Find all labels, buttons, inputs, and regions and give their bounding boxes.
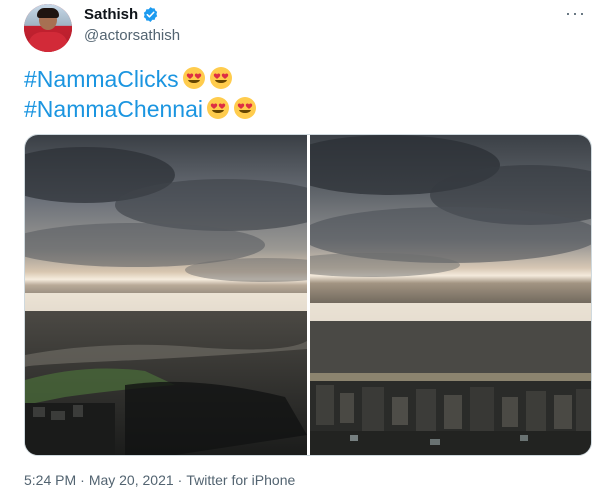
hashtag-link[interactable]: #NammaClicks	[24, 66, 179, 92]
tweet-source[interactable]: Twitter for iPhone	[186, 472, 295, 488]
hashtag-line-1: #NammaClicks	[24, 64, 257, 94]
storm-clouds-city-photo	[310, 135, 591, 455]
display-name[interactable]: Sathish	[84, 6, 138, 23]
tweet: Sathish @actorsathish ··· #NammaClicks #…	[0, 0, 600, 500]
user-name-row[interactable]: Sathish	[84, 6, 159, 23]
heart-eyes-emoji-icon	[206, 97, 229, 119]
more-options-icon[interactable]: ···	[565, 4, 586, 22]
media-grid	[24, 134, 592, 456]
heart-eyes-emoji-icon	[209, 67, 232, 89]
heart-eyes-emoji-icon	[182, 67, 205, 89]
separator-dot: ·	[177, 472, 183, 488]
separator-dot: ·	[80, 472, 85, 488]
storm-clouds-beach-photo	[25, 135, 307, 455]
avatar[interactable]	[24, 4, 72, 52]
hashtag-link[interactable]: #NammaChennai	[24, 96, 203, 122]
tweet-time[interactable]: 5:24 PM	[24, 472, 76, 488]
photo-city-storm[interactable]	[310, 135, 591, 455]
tweet-date[interactable]: May 20, 2021	[89, 472, 174, 488]
verified-badge-icon	[144, 7, 158, 22]
heart-eyes-emoji-icon	[233, 97, 256, 119]
user-handle[interactable]: @actorsathish	[84, 27, 180, 44]
photo-beach-storm[interactable]	[25, 135, 307, 455]
tweet-meta: 5:24 PM · May 20, 2021 · Twitter for iPhone	[24, 472, 295, 488]
hashtag-line-2: #NammaChennai	[24, 94, 257, 124]
tweet-text: #NammaClicks #NammaChennai	[24, 64, 257, 124]
